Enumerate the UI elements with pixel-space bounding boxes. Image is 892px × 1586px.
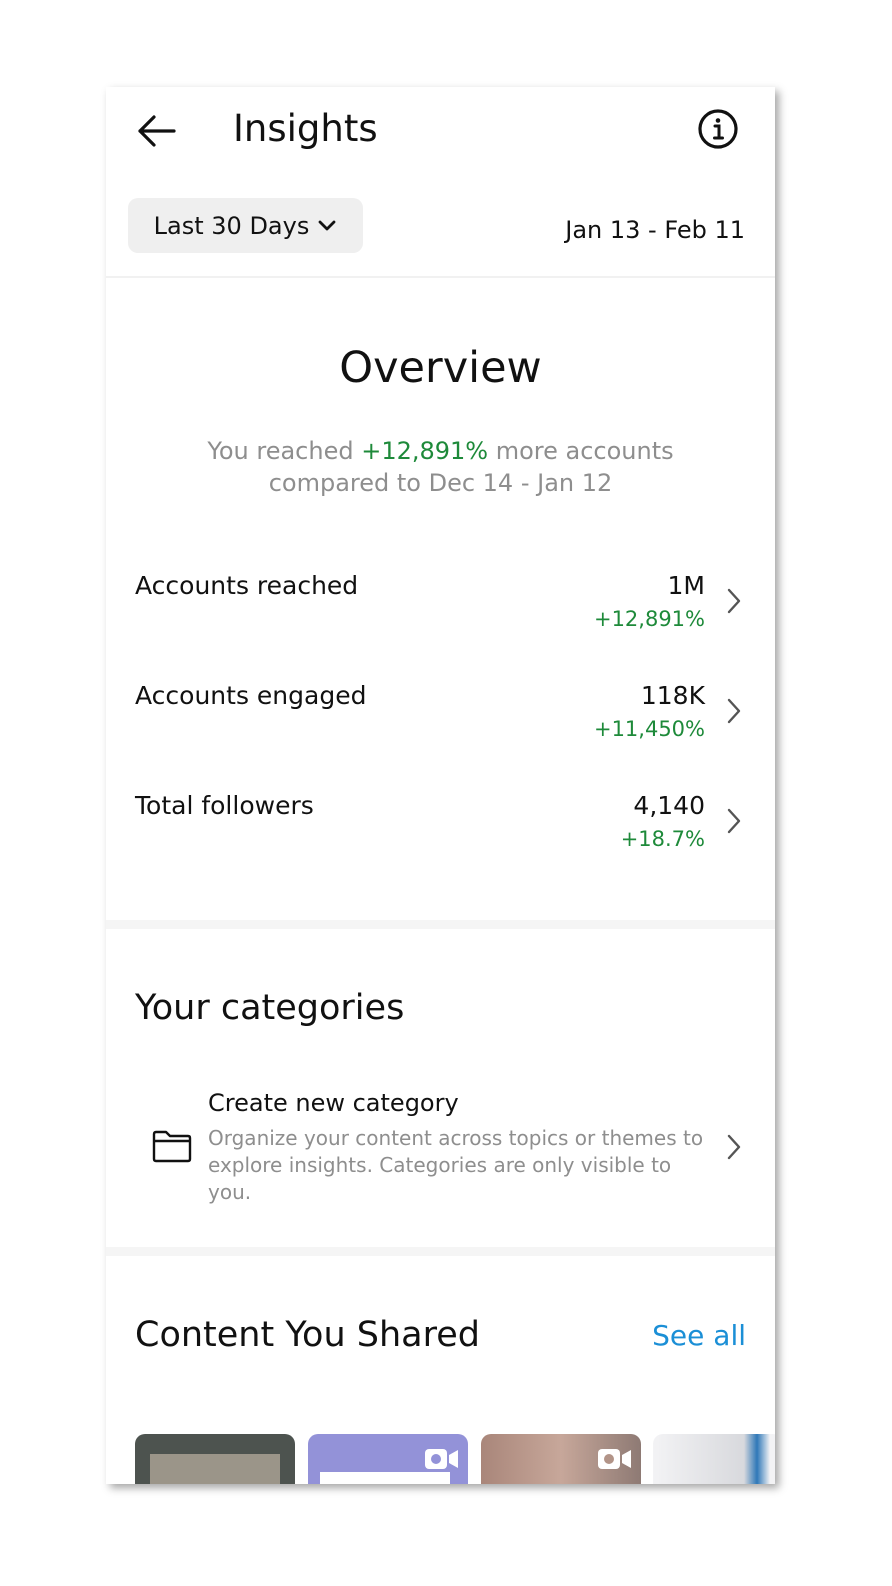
create-category-title: Create new category xyxy=(208,1089,459,1117)
chevron-right-icon xyxy=(727,808,741,834)
page-title: Insights xyxy=(233,107,378,150)
metric-row-total-followers[interactable]: Total followers 4,140 +18.7% xyxy=(106,791,775,881)
content-thumbnail[interactable] xyxy=(135,1434,295,1484)
thumbnail-image xyxy=(150,1454,280,1484)
section-separator xyxy=(106,1247,775,1256)
chevron-right-icon xyxy=(727,588,741,614)
metric-change: +11,450% xyxy=(593,717,705,741)
metric-label: Accounts reached xyxy=(135,571,359,600)
see-all-link[interactable]: See all xyxy=(652,1319,746,1352)
section-separator xyxy=(106,920,775,929)
video-icon xyxy=(425,1449,458,1469)
insights-screen: Insights Last 30 Days Jan 13 - Feb 11 Ov… xyxy=(106,87,775,1484)
metric-value: 118K xyxy=(640,681,705,710)
metric-change: +12,891% xyxy=(593,607,705,631)
content-thumbnail[interactable] xyxy=(308,1434,468,1484)
create-category-description: Organize your content across topics or t… xyxy=(208,1126,704,1204)
metric-change: +18.7% xyxy=(620,827,705,851)
chevron-right-icon xyxy=(727,698,741,724)
info-circle-icon[interactable] xyxy=(696,107,740,151)
metric-label: Accounts engaged xyxy=(135,681,367,710)
overview-summary-comparison: compared to Dec 14 - Jan 12 xyxy=(268,469,613,497)
date-range-text: Jan 13 - Feb 11 xyxy=(565,216,745,244)
chevron-right-icon xyxy=(727,1134,741,1160)
categories-title: Your categories xyxy=(135,988,405,1028)
folder-icon xyxy=(152,1130,192,1163)
metric-label: Total followers xyxy=(135,791,314,820)
chevron-down-icon xyxy=(318,220,336,230)
overview-summary-prefix: You reached xyxy=(207,437,362,465)
content-thumbnail[interactable] xyxy=(481,1434,641,1484)
overview-summary-highlight: +12,891% xyxy=(361,437,489,465)
overview-title: Overview xyxy=(339,343,542,393)
overview-summary-suffix: more accounts xyxy=(488,437,674,465)
content-shared-title: Content You Shared xyxy=(135,1315,480,1355)
create-category-row[interactable]: Create new category Organize your conten… xyxy=(106,1087,775,1212)
content-thumbnail[interactable] xyxy=(653,1434,775,1484)
metric-value: 4,140 xyxy=(633,791,705,820)
video-icon xyxy=(598,1449,631,1469)
metric-value: 1M xyxy=(667,571,705,600)
date-range-dropdown[interactable]: Last 30 Days xyxy=(128,198,363,253)
arrow-left-icon[interactable] xyxy=(134,109,178,153)
metric-row-accounts-reached[interactable]: Accounts reached 1M +12,891% xyxy=(106,571,775,661)
thumbnail-image xyxy=(320,1472,450,1484)
divider xyxy=(106,276,775,278)
date-range-dropdown-label: Last 30 Days xyxy=(153,211,310,240)
metric-row-accounts-engaged[interactable]: Accounts engaged 118K +11,450% xyxy=(106,681,775,771)
overview-summary: You reached +12,891% more accounts compa… xyxy=(166,435,715,499)
